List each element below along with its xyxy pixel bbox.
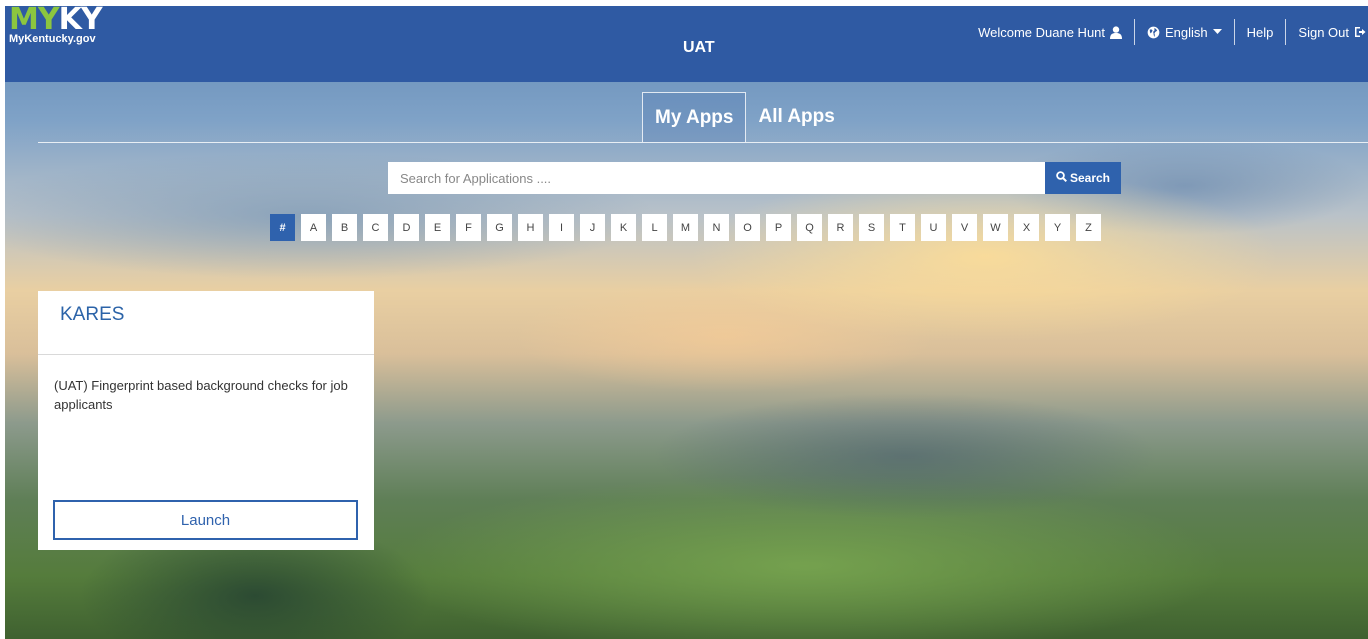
letter-filter-b[interactable]: B	[332, 214, 357, 241]
letter-filter-x[interactable]: X	[1014, 214, 1039, 241]
welcome-text: Welcome Duane Hunt	[978, 24, 1106, 40]
top-header: MYKY MyKentucky.gov UAT Welcome Duane Hu…	[5, 6, 1368, 82]
letter-filter-f[interactable]: F	[456, 214, 481, 241]
letter-filter-k[interactable]: K	[611, 214, 636, 241]
app-card-title: KARES	[38, 291, 374, 355]
sign-out-icon	[1354, 26, 1366, 38]
letter-filter-p[interactable]: P	[766, 214, 791, 241]
language-label: English	[1165, 24, 1208, 40]
letter-filter-a[interactable]: A	[301, 214, 326, 241]
top-navigation: Welcome Duane Hunt English Help Sign Out	[966, 19, 1368, 45]
search-bar: Search	[388, 162, 1121, 194]
letter-filter-u[interactable]: U	[921, 214, 946, 241]
letter-filter-c[interactable]: C	[363, 214, 388, 241]
sign-out-label: Sign Out	[1298, 24, 1349, 40]
letter-filter-w[interactable]: W	[983, 214, 1008, 241]
letter-filter-hash[interactable]: #	[270, 214, 295, 241]
tab-all-apps[interactable]: All Apps	[746, 92, 846, 142]
page-background: MYKY MyKentucky.gov UAT Welcome Duane Hu…	[5, 6, 1368, 639]
letter-filter-i[interactable]: I	[549, 214, 574, 241]
app-card-description: (UAT) Fingerprint based background check…	[54, 378, 348, 412]
search-icon	[1056, 171, 1067, 185]
letter-filter-s[interactable]: S	[859, 214, 884, 241]
tab-underline	[38, 142, 1368, 143]
user-icon	[1110, 25, 1123, 39]
letter-filter-v[interactable]: V	[952, 214, 977, 241]
letter-filter-d[interactable]: D	[394, 214, 419, 241]
help-label: Help	[1246, 24, 1274, 40]
sign-out-link[interactable]: Sign Out	[1286, 19, 1368, 45]
app-card-kares: KARES (UAT) Fingerprint based background…	[38, 291, 374, 550]
letter-filter-z[interactable]: Z	[1076, 214, 1101, 241]
launch-button[interactable]: Launch	[53, 500, 358, 540]
letter-filter-o[interactable]: O	[735, 214, 760, 241]
letter-filter-q[interactable]: Q	[797, 214, 822, 241]
letter-filter-e[interactable]: E	[425, 214, 450, 241]
letter-filter-t[interactable]: T	[890, 214, 915, 241]
search-button-label: Search	[1069, 171, 1111, 185]
search-button[interactable]: Search	[1045, 162, 1121, 194]
logo-subtitle: MyKentucky.gov	[9, 33, 96, 45]
language-dropdown[interactable]: English	[1135, 19, 1234, 45]
letter-filter-h[interactable]: H	[518, 214, 543, 241]
globe-icon	[1147, 26, 1160, 39]
letter-filter-r[interactable]: R	[828, 214, 853, 241]
tab-my-apps[interactable]: My Apps	[642, 92, 747, 142]
logo-mark: MYKY	[9, 6, 103, 35]
letter-filter-g[interactable]: G	[487, 214, 512, 241]
welcome-user-link[interactable]: Welcome Duane Hunt	[966, 19, 1134, 45]
letter-filter-m[interactable]: M	[673, 214, 698, 241]
letter-filter-y[interactable]: Y	[1045, 214, 1070, 241]
letter-filter-l[interactable]: L	[642, 214, 667, 241]
caret-down-icon	[1212, 29, 1222, 35]
search-input[interactable]	[388, 162, 1045, 194]
myky-logo[interactable]: MYKY MyKentucky.gov	[9, 6, 103, 45]
alphabet-filter: # A B C D E F G H I J K L M N O P Q R S T U V W X Y Z	[270, 214, 1101, 241]
help-link[interactable]: Help	[1235, 19, 1286, 45]
letter-filter-n[interactable]: N	[704, 214, 729, 241]
environment-title: UAT	[683, 39, 715, 56]
app-tabs: My Apps All Apps	[642, 92, 847, 142]
letter-filter-j[interactable]: J	[580, 214, 605, 241]
